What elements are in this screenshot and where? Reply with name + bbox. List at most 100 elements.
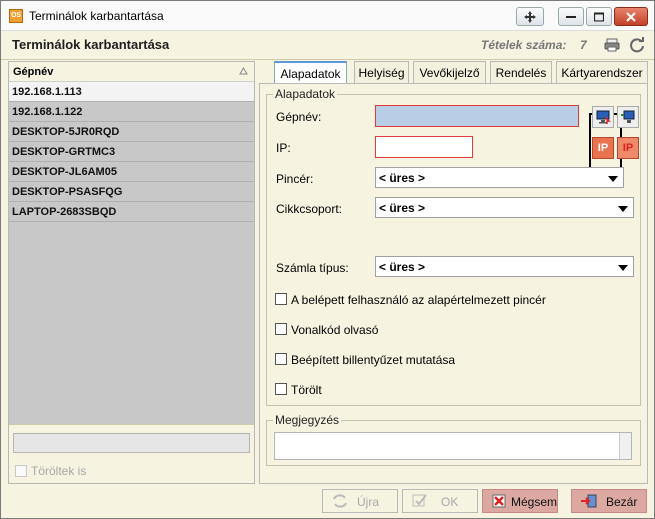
action-bar: Újra OK Mégsem Bezár (1, 484, 654, 518)
maximize-button[interactable] (586, 7, 612, 26)
list-item[interactable]: DESKTOP-JL6AM05 (9, 162, 254, 182)
close-icon (626, 11, 636, 22)
default-waiter-checkbox[interactable] (275, 293, 287, 305)
close-label: Bezár (606, 495, 638, 509)
item-group-select[interactable]: < üres > (375, 197, 634, 218)
printer-icon (604, 38, 620, 52)
chevron-down-icon (618, 206, 628, 212)
cancel-label: Mégsem (511, 495, 558, 509)
machine-list-panel: Gépnév 192.168.1.113 192.168.1.122 DESKT… (8, 61, 255, 484)
tab-alapadatok[interactable]: Alapadatok (274, 61, 347, 84)
notes-scrollbar[interactable] (619, 433, 631, 459)
app-window: OS Terminálok karbantartása Terminálok k… (0, 0, 655, 519)
page-header: Terminálok karbantartása Tételek száma: … (1, 31, 654, 60)
renew-label: Újra (357, 495, 380, 509)
list-item-label: DESKTOP-GRTMC3 (12, 146, 116, 158)
builtin-keyboard-label: Beépített billentyűzet mutatása (291, 353, 456, 367)
show-deleted-label: Töröltek is (31, 464, 87, 478)
barcode-reader-label: Vonalkód olvasó (291, 323, 379, 337)
list-item[interactable]: 192.168.1.122 (9, 102, 254, 122)
tab-vevokijelzo[interactable]: Vevőkijelző (413, 61, 486, 83)
list-item-label: 192.168.1.122 (12, 106, 83, 118)
notes-textarea[interactable] (274, 432, 632, 460)
basic-data-group: Alapadatok Gépnév: IP: IP IP Pincér: < ü… (266, 87, 641, 406)
list-item-label: 192.168.1.113 (12, 86, 82, 98)
close-window-button[interactable] (614, 7, 648, 26)
machine-name-input[interactable] (375, 105, 579, 127)
minimize-button[interactable] (558, 7, 584, 26)
tab-label: Kártyarendszer (561, 66, 643, 80)
builtin-keyboard-checkbox[interactable] (275, 353, 287, 365)
invoice-type-select[interactable]: < üres > (375, 256, 634, 277)
tab-label: Rendelés (495, 66, 547, 80)
title-bar: OS Terminálok karbantartása (1, 1, 654, 31)
filter-input[interactable] (13, 433, 250, 453)
cancel-button[interactable]: Mégsem (482, 489, 558, 513)
computer-arrow-icon (621, 110, 635, 123)
tab-label: Helyiség (358, 66, 405, 80)
ip-label: IP: (276, 141, 291, 155)
tab-content: Alapadatok Gépnév: IP: IP IP Pincér: < ü… (259, 83, 648, 484)
list-column-header[interactable]: Gépnév (9, 62, 254, 82)
list-item[interactable]: DESKTOP-5JR0RQD (9, 122, 254, 142)
close-button[interactable]: Bezár (571, 489, 647, 513)
column-label: Gépnév (13, 66, 54, 78)
list-item[interactable]: 192.168.1.113 (9, 82, 254, 102)
waiter-label: Pincér: (276, 172, 314, 186)
print-button[interactable] (603, 36, 621, 54)
invoice-type-value: < üres > (379, 260, 426, 274)
minimize-icon (566, 15, 576, 18)
list-item[interactable]: DESKTOP-PSASFQG (9, 182, 254, 202)
computer-icon (596, 110, 611, 124)
renew-icon (333, 494, 347, 508)
waiter-select[interactable]: < üres > (375, 167, 624, 188)
browse-computer-button[interactable] (617, 106, 639, 128)
move-window-button[interactable] (516, 7, 544, 26)
ok-button[interactable]: OK (402, 489, 478, 513)
item-group-value: < üres > (379, 201, 426, 215)
page-title: Terminálok karbantartása (12, 37, 170, 52)
list-item[interactable]: LAPTOP-2683SBQD (9, 202, 254, 222)
waiter-value: < üres > (379, 171, 426, 185)
app-icon: OS (9, 9, 23, 23)
tab-label: Alapadatok (280, 67, 341, 81)
move-icon (524, 10, 536, 23)
get-local-name-button[interactable] (592, 106, 614, 128)
notes-title: Megjegyzés (273, 413, 342, 427)
item-group-label: Cikkcsoport: (276, 202, 343, 216)
machine-name-label: Gépnév: (276, 110, 322, 124)
maximize-icon (594, 12, 604, 21)
show-deleted-checkbox[interactable] (15, 465, 27, 477)
list-item-label: DESKTOP-JL6AM05 (12, 166, 117, 178)
refresh-icon (630, 37, 644, 53)
sort-ascending-icon (239, 67, 248, 75)
tab-label: Vevőkijelző (419, 66, 480, 80)
tab-helyiseg[interactable]: Helyiség (354, 61, 409, 83)
list-item-label: DESKTOP-5JR0RQD (12, 126, 120, 138)
ip-input[interactable] (375, 136, 473, 158)
chevron-down-icon (608, 176, 618, 182)
list-item-label: LAPTOP-2683SBQD (12, 206, 117, 218)
invoice-type-label: Számla típus: (276, 261, 349, 275)
item-count-value: 7 (580, 38, 587, 52)
tab-kartyarendszer[interactable]: Kártyarendszer (556, 61, 648, 83)
barcode-reader-checkbox[interactable] (275, 323, 287, 335)
list-item-label: DESKTOP-PSASFQG (12, 186, 123, 198)
renew-button[interactable]: Újra (322, 489, 398, 513)
window-title: Terminálok karbantartása (29, 9, 164, 23)
refresh-button[interactable] (628, 36, 646, 54)
item-count-label: Tételek száma: (481, 38, 567, 52)
list-footer: Töröltek is (9, 424, 254, 483)
group-title: Alapadatok (273, 87, 338, 101)
get-local-ip-button[interactable]: IP (592, 137, 614, 159)
ok-label: OK (441, 495, 459, 509)
deleted-label: Törölt (291, 383, 322, 397)
ping-ip-button[interactable]: IP (617, 137, 639, 159)
exit-door-icon (581, 494, 597, 508)
checkmark-icon (412, 494, 427, 507)
deleted-checkbox[interactable] (275, 383, 287, 395)
default-waiter-label: A belépett felhasználó az alapértelmezet… (291, 293, 546, 307)
list-item[interactable]: DESKTOP-GRTMC3 (9, 142, 254, 162)
chevron-down-icon (618, 265, 628, 271)
tab-rendeles[interactable]: Rendelés (490, 61, 552, 83)
